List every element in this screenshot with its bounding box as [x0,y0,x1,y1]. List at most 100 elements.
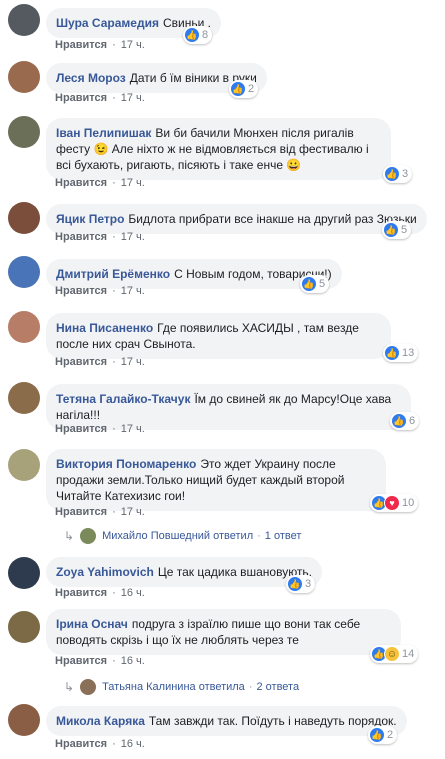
avatar[interactable] [8,557,40,589]
avatar[interactable] [8,611,40,643]
comment-author[interactable]: Яцик Петро [56,212,124,226]
reaction-summary[interactable]: 👍 ☺ 14 [370,645,419,663]
comment-actions: Нравится · 17 ч. [55,356,145,368]
comment-actions: Нравится · 17 ч. [55,423,145,435]
like-button[interactable]: Нравится [55,738,107,750]
comment-time[interactable]: 17 ч. [121,39,145,51]
reaction-summary[interactable]: 👍 8 [183,26,213,44]
comment-author[interactable]: Виктория Пономаренко [56,457,196,471]
like-button[interactable]: Нравится [55,177,107,189]
like-reaction-icon: 👍 [369,727,385,743]
reaction-summary[interactable]: 👍 5 [300,275,330,293]
like-reaction-icon: 👍 [391,413,407,429]
replies-link[interactable]: ↳ Татьяна Калинина ответила · 2 ответа [64,679,299,695]
reaction-summary[interactable]: 👍 2 [229,80,259,98]
like-reaction-icon: 👍 [287,576,303,592]
comment-author[interactable]: Дмитрий Ерёменко [56,267,170,281]
comment-bubble: Яцик Петро Бидлота прибрати все інакше на… [46,204,427,234]
separator: · [112,92,116,104]
haha-reaction-icon: ☺ [384,646,400,662]
reply-count[interactable]: 1 ответ [265,530,302,542]
comment-bubble: Микола Каряка Там завжди так. Поїдуть і н… [46,706,407,736]
reaction-summary[interactable]: 👍 3 [286,575,316,593]
comment-bubble: Виктория Пономаренко Это ждет Украину пос… [46,449,386,511]
comment-time[interactable]: 16 ч. [121,655,145,667]
reaction-summary[interactable]: 👍 2 [368,726,398,744]
like-button[interactable]: Нравится [55,356,107,368]
avatar[interactable] [8,382,40,414]
like-button[interactable]: Нравится [55,506,107,518]
like-button[interactable]: Нравится [55,587,107,599]
avatar[interactable] [8,116,40,148]
comment-time[interactable]: 17 ч. [121,356,145,368]
comment-actions: Нравится · 17 ч. [55,92,145,104]
separator: · [112,356,116,368]
reaction-summary[interactable]: 👍 13 [383,344,419,362]
like-button[interactable]: Нравится [55,39,107,51]
comment-time[interactable]: 17 ч. [121,231,145,243]
reaction-count: 3 [305,578,312,590]
reaction-summary[interactable]: 👍 6 [390,412,420,430]
reaction-count: 5 [319,278,326,290]
reaction-summary[interactable]: 👍 3 [383,165,413,183]
comment-author[interactable]: Тетяна Галайко-Ткачук [56,392,190,406]
replies-link[interactable]: ↳ Михайло Повшедний ответил · 1 ответ [64,528,301,544]
comment-actions: Нравится · 16 ч. [55,587,145,599]
like-button[interactable]: Нравится [55,423,107,435]
separator: · [112,587,116,599]
reaction-count: 2 [248,83,255,95]
avatar[interactable] [8,704,40,736]
avatar-image [8,449,40,481]
comment-author[interactable]: Іван Пелипишак [56,126,151,140]
comment-time[interactable]: 17 ч. [121,92,145,104]
separator: · [112,506,116,518]
comment-actions: Нравится · 17 ч. [55,177,145,189]
separator: · [112,423,116,435]
avatar-image [8,557,40,589]
comment-author[interactable]: Леся Мороз [56,71,126,85]
comment-author[interactable]: Нина Писаненко [56,321,153,335]
reply-author-text[interactable]: Михайло Повшедний ответил [102,530,253,542]
comment-time[interactable]: 17 ч. [121,506,145,518]
comment-time[interactable]: 17 ч. [121,285,145,297]
reply-count[interactable]: 2 ответа [256,681,299,693]
comment-time[interactable]: 17 ч. [121,177,145,189]
avatar[interactable] [8,311,40,343]
like-reaction-icon: 👍 [384,345,400,361]
avatar-image [8,202,40,234]
like-button[interactable]: Нравится [55,285,107,297]
comment-text: Там завжди так. Поїдуть і наведуть поряд… [148,714,397,728]
comment-author[interactable]: Шура Сарамедия [56,16,159,30]
comment-actions: Нравится · 16 ч. [55,738,145,750]
avatar-image [8,611,40,643]
avatar[interactable] [8,4,40,36]
comment-author[interactable]: Ірина Оснач [56,617,128,631]
reply-author-text[interactable]: Татьяна Калинина ответила [102,681,245,693]
separator: · [112,177,116,189]
reaction-summary[interactable]: 👍 5 [382,221,412,239]
like-button[interactable]: Нравится [55,231,107,243]
like-button[interactable]: Нравится [55,92,107,104]
avatar[interactable] [8,449,40,481]
comment-author[interactable]: Zoya Yahimovich [56,565,154,579]
avatar[interactable] [8,256,40,288]
like-reaction-icon: 👍 [184,27,200,43]
like-reaction-icon: 👍 [230,81,246,97]
avatar-image [8,704,40,736]
like-reaction-icon: 👍 [383,222,399,238]
comment-time[interactable]: 16 ч. [121,587,145,599]
avatar[interactable] [8,202,40,234]
separator: · [112,655,116,667]
comment-actions: Нравится · 16 ч. [55,655,145,667]
comment-time[interactable]: 17 ч. [121,423,145,435]
like-button[interactable]: Нравится [55,655,107,667]
avatar-image [8,382,40,414]
like-reaction-icon: 👍 [384,166,400,182]
comment-author[interactable]: Микола Каряка [56,714,145,728]
reaction-summary[interactable]: 👍 ♥ 10 [370,494,419,512]
reaction-count: 3 [402,168,409,180]
avatar[interactable] [8,61,40,93]
separator: · [112,231,116,243]
separator: · [257,530,261,542]
comment-time[interactable]: 16 ч. [121,738,145,750]
